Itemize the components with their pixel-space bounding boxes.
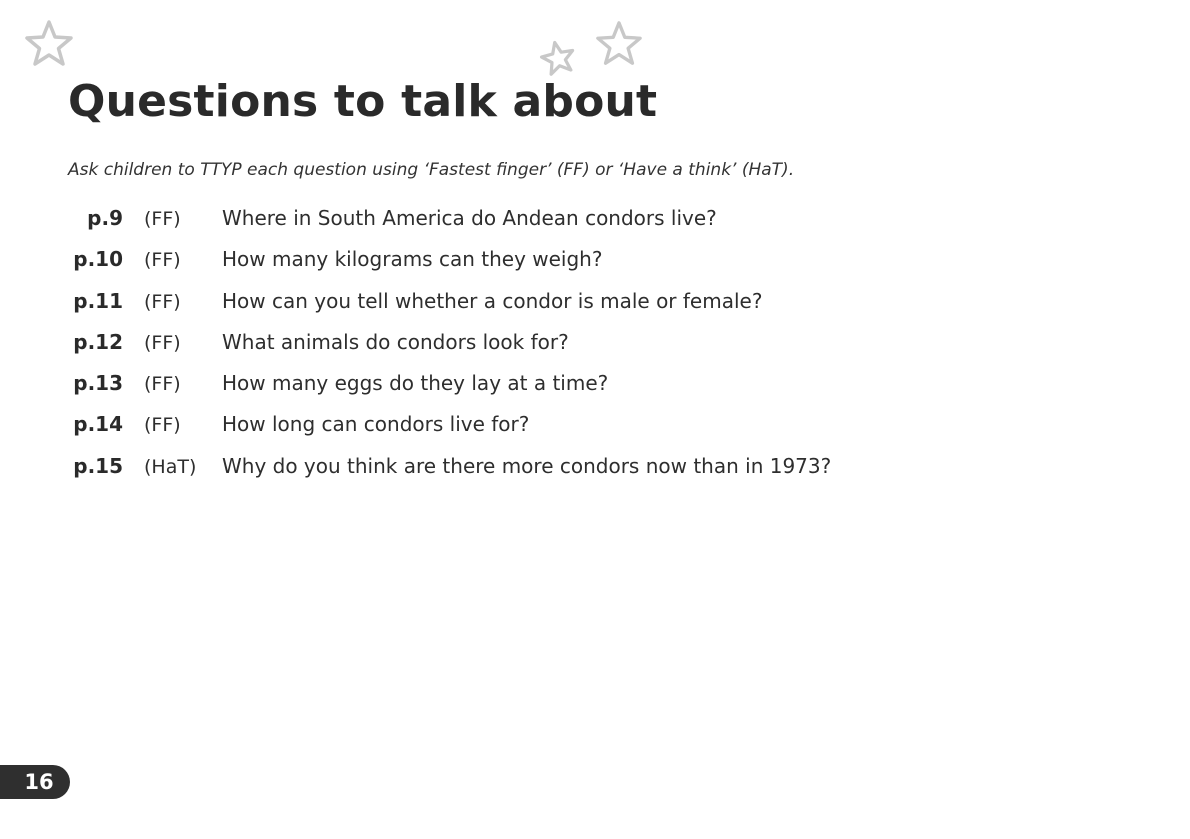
question-type: (FF): [144, 331, 181, 354]
instructions-text: Ask children to TTYP each question using…: [68, 160, 795, 180]
question-type: (FF): [144, 290, 181, 313]
page-title: Questions to talk about: [68, 76, 658, 127]
question-type: (HaT): [144, 455, 197, 478]
question-row: p.14 (FF) How long can condors live for?: [60, 412, 831, 453]
question-type: (FF): [144, 414, 181, 437]
question-row: p.15 (HaT) Why do you think are there mo…: [60, 454, 831, 495]
question-text: Where in South America do Andean condors…: [222, 206, 717, 230]
page-number-badge: 16: [0, 765, 70, 799]
question-page-ref: p.12: [73, 329, 123, 354]
question-row: p.12 (FF) What animals do condors look f…: [60, 330, 831, 371]
question-row: p.11 (FF) How can you tell whether a con…: [60, 289, 831, 330]
question-page-ref: p.10: [73, 247, 123, 272]
question-page-ref: p.13: [73, 371, 123, 396]
question-row: p.9 (FF) Where in South America do Andea…: [60, 206, 831, 247]
question-text: How many eggs do they lay at a time?: [222, 371, 609, 396]
question-text: How many kilograms can they weigh?: [222, 247, 603, 272]
question-page-ref: p.15: [73, 453, 123, 478]
question-page-ref: p.9: [87, 206, 123, 230]
question-text: How long can condors live for?: [222, 412, 530, 437]
question-row: p.10 (FF) How many kilograms can they we…: [60, 247, 831, 288]
star-outline-icon: [594, 20, 644, 68]
question-text: Why do you think are there more condors …: [222, 453, 832, 478]
question-list: p.9 (FF) Where in South America do Andea…: [60, 206, 831, 495]
question-row: p.13 (FF) How many eggs do they lay at a…: [60, 371, 831, 412]
question-text: How can you tell whether a condor is mal…: [222, 288, 763, 313]
question-page-ref: p.11: [73, 288, 123, 313]
question-type: (FF): [144, 373, 181, 396]
question-type: (FF): [144, 208, 181, 230]
star-outline-icon: [539, 40, 577, 76]
question-page-ref: p.14: [73, 412, 123, 437]
star-outline-icon: [24, 19, 74, 69]
question-text: What animals do condors look for?: [222, 329, 569, 354]
question-type: (FF): [144, 249, 181, 272]
